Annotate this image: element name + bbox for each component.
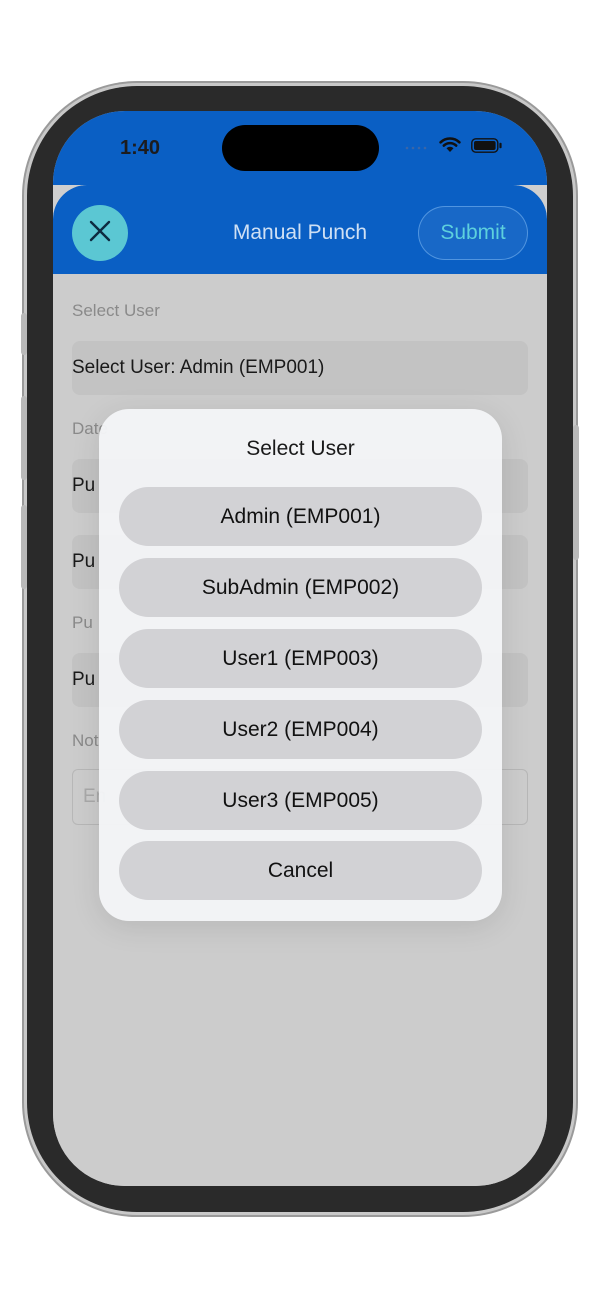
picker-title: Select User [246,437,355,460]
volume-down-button [21,505,27,589]
silent-switch [21,313,27,355]
punch-type-value: Pu [72,669,96,690]
submit-button[interactable]: Submit [418,206,528,260]
punch-in-value: Pu [72,475,96,496]
picker-option-user1[interactable]: User1 (EMP003) [119,629,482,688]
signal-icon [405,139,429,157]
punch-out-value: Pu [72,551,96,572]
wifi-icon [439,137,461,158]
status-time: 1:40 [120,137,161,159]
status-bar: 1:40 [53,111,547,185]
picker-option-admin[interactable]: Admin (EMP001) [119,487,482,546]
picker-option-user2[interactable]: User2 (EMP004) [119,700,482,759]
dynamic-island [222,125,379,171]
power-button [573,425,579,560]
select-user-label: Select User [72,301,160,320]
select-user-field[interactable]: Select User: Admin (EMP001) [72,341,528,395]
notes-label: Not [72,731,99,750]
picker-option-subadmin[interactable]: SubAdmin (EMP002) [119,558,482,617]
battery-icon [471,137,503,158]
picker-option-user3[interactable]: User3 (EMP005) [119,771,482,830]
status-icons [405,137,503,158]
punch-type-label: Pu [72,613,93,632]
nav-bar: Manual Punch Submit [53,185,547,274]
select-user-value: Select User: Admin (EMP001) [72,357,325,378]
cancel-button[interactable]: Cancel [119,841,482,900]
volume-up-button [21,396,27,480]
select-user-picker: Select User Admin (EMP001) SubAdmin (EMP… [99,409,502,921]
